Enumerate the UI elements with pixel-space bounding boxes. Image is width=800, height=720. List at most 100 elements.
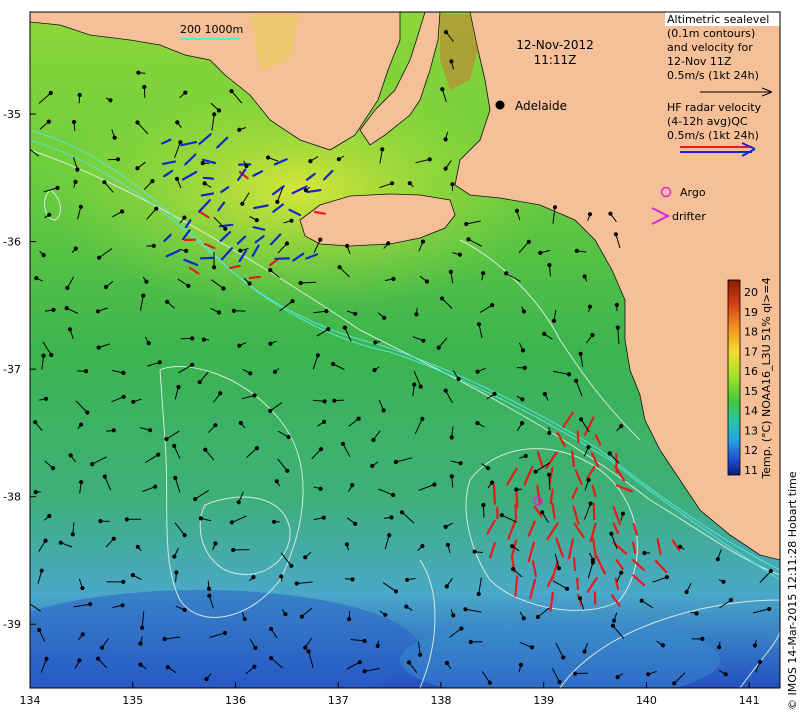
altimetry-vector-head [586, 445, 591, 450]
altimetry-vector-head [464, 221, 469, 227]
altimetry-vector-head [183, 90, 188, 95]
altimetry-vector-head [190, 362, 195, 367]
altimetry-vector-head [124, 517, 130, 522]
altimetry-vector-head [362, 638, 367, 644]
altimetry-vector-head [165, 299, 170, 304]
altimetry-vector-head [509, 544, 515, 549]
altimetry-vector-head [41, 353, 46, 358]
lat-tick-label: -37 [3, 363, 21, 376]
altimetry-vector-head [200, 161, 205, 166]
altimetry-vector-head [375, 643, 380, 649]
altimetry-vector-head [90, 462, 95, 467]
altimetry-vector-head [767, 606, 772, 612]
altimetry-vector-head [231, 547, 236, 553]
altimetry-vector-head [184, 248, 189, 253]
altimetry-vector-head [371, 437, 376, 443]
lon-tick-label: 135 [122, 694, 143, 707]
altimetry-vector-head [182, 607, 187, 613]
altimetry-vector-head [518, 662, 524, 668]
altimetry-vector-head [79, 480, 84, 485]
altimetry-vector-head [108, 98, 113, 103]
altimetry-vector-head [487, 680, 492, 685]
sst-map-figure: Adelaide 200 1000m 12-Nov-2012 11:11Z Al… [3, 11, 799, 710]
altimetry-vector-head [684, 589, 689, 595]
altimetry-vector-head [77, 658, 82, 663]
altimetry-vector-head [274, 479, 279, 484]
altimetry-vector-head [216, 310, 222, 315]
altimetry-vector-head [443, 166, 448, 171]
altimetry-vector-head [204, 677, 209, 682]
altimetry-vector-head [229, 520, 234, 525]
colorbar-tick-label: 16 [744, 365, 758, 378]
altimetry-vector-head [475, 369, 480, 374]
altimetry-vector-head [135, 120, 140, 125]
altimetry-vector-head [557, 679, 562, 685]
altimetry-vector-head [284, 241, 290, 246]
altimetry-vector-head [443, 524, 448, 530]
altimetry-vector-head [46, 119, 51, 124]
altimetry-vector-head [547, 430, 552, 435]
altimetry-vector-head [279, 574, 284, 579]
altimetry-vector-head [542, 331, 547, 336]
altimetry-vector-head [530, 645, 535, 650]
altimetry-vector-head [203, 447, 208, 452]
altimetry-vector-head [272, 519, 277, 524]
altimetry-vector-head [238, 248, 243, 253]
altimetry-vector-head [283, 612, 288, 617]
altimetry-vector-head [144, 279, 149, 284]
altimetry-vector-head [456, 376, 461, 381]
lat-tick-label: -38 [3, 491, 21, 504]
altimetry-vector-head [193, 497, 198, 502]
altimetry-vector-head [573, 671, 578, 676]
altimetry-vector-head [41, 253, 46, 258]
altimetry-vector-head [370, 463, 375, 469]
altimetry-vector-head [514, 487, 519, 492]
colorbar-ramp [727, 279, 741, 476]
altimetry-vector-head [324, 309, 329, 314]
altimetry-vector-head [142, 84, 147, 90]
altimetry-vector-head [350, 483, 355, 488]
altimetry-vector-head [357, 660, 362, 665]
lon-tick-label: 138 [430, 694, 451, 707]
altimetry-vector-head [308, 159, 313, 164]
altimetry-vector-head [223, 226, 228, 231]
altimetry-vector-head [321, 515, 326, 520]
altimetry-vector-head [112, 135, 117, 140]
lat-tick-label: -36 [3, 236, 21, 249]
altimetry-vector-head [523, 453, 528, 459]
hf-radar-vector-blue [199, 256, 214, 260]
scale-bar-label: 200 1000m [180, 23, 243, 36]
altimetry-vector-head [353, 521, 358, 526]
altimetry-vector-head [449, 59, 454, 64]
altimetry-vector-head [303, 645, 308, 650]
altimetry-vector-head [322, 399, 327, 404]
altimetry-vector-head [619, 424, 624, 429]
altimetry-vector-head [322, 419, 327, 424]
altimetry-vector-head [213, 423, 218, 428]
altimetry-vector-head [172, 443, 177, 448]
altimetry-vector-head [393, 589, 399, 594]
legend-alt-line-4: 12-Nov 11Z [667, 55, 732, 68]
altimetry-vector-head [212, 265, 217, 270]
altimetry-vector-head [436, 345, 441, 350]
altimetry-vector-head [421, 338, 426, 343]
altimetry-vector-head [216, 108, 222, 113]
altimetry-vector-head [607, 451, 612, 456]
altimetry-vector-head [44, 656, 49, 661]
altimetry-vector-head [111, 428, 116, 433]
altimetry-vector-head [646, 672, 651, 677]
legend-alt-line-5: 0.5m/s (1kt 24h) [667, 69, 759, 82]
altimetry-vector-head [178, 140, 183, 145]
altimetry-vector-head [190, 336, 195, 341]
altimetry-vector-head [373, 340, 378, 345]
altimetry-vector-head [34, 276, 39, 281]
altimetry-vector-head [306, 649, 311, 654]
altimetry-vector-head [660, 643, 666, 648]
altimetry-vector-head [85, 410, 90, 415]
altimetry-vector-head [131, 399, 136, 404]
altimetry-vector-head [615, 675, 620, 680]
altimetry-vector-head [268, 408, 273, 413]
altimetry-vector-head [218, 391, 223, 396]
altimetry-vector-head [315, 353, 320, 358]
altimetry-vector-head [70, 532, 75, 537]
